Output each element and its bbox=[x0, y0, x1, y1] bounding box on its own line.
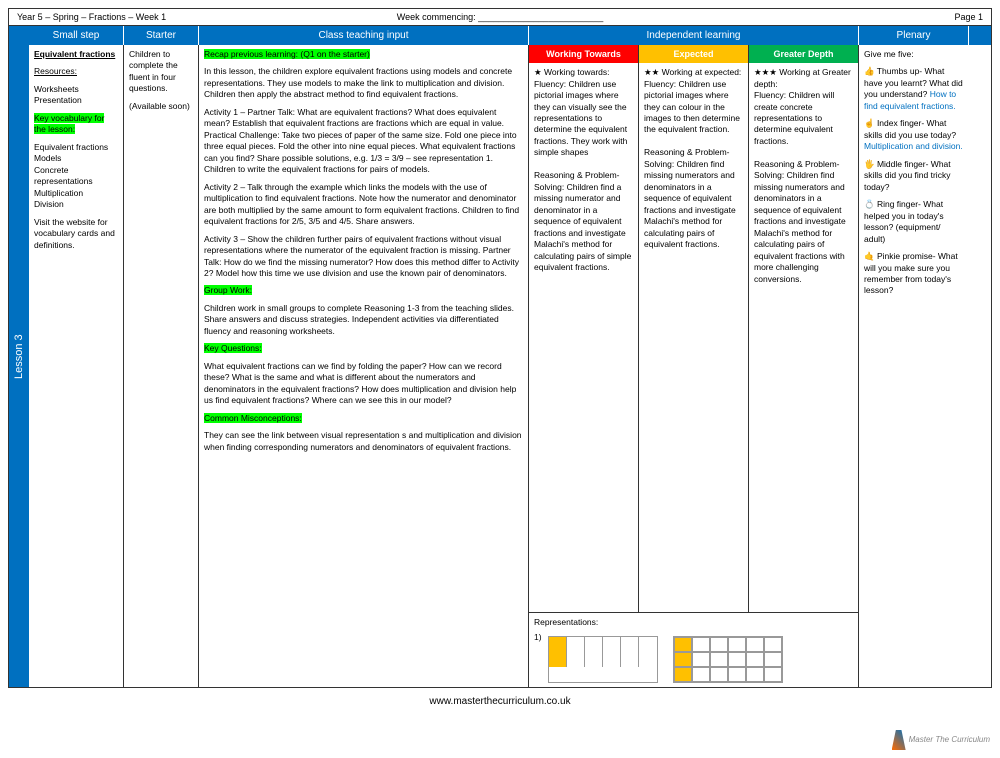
footer-url: www.masterthecurriculum.co.uk bbox=[0, 696, 1000, 707]
rep-number: 1) bbox=[534, 632, 542, 643]
plenary-cell: Give me five: 👍 Thumbs up- What have you… bbox=[859, 45, 969, 687]
gd-header: Greater Depth bbox=[749, 45, 858, 63]
teaching-input-cell: Recap previous learning: (Q1 on the star… bbox=[199, 45, 529, 687]
vocab-list: Equivalent fractions Models Concrete rep… bbox=[34, 142, 118, 211]
starter-note: (Available soon) bbox=[129, 101, 193, 112]
misconceptions-label: Common Misconceptions: bbox=[204, 413, 302, 423]
group-work-label: Group Work: bbox=[204, 285, 252, 295]
logo-text: Master The Curriculum bbox=[909, 735, 990, 744]
bar-thirds bbox=[548, 636, 658, 683]
top-bar: Year 5 – Spring – Fractions – Week 1 Wee… bbox=[9, 9, 991, 26]
key-questions-label: Key Questions: bbox=[204, 343, 262, 353]
page-number: Page 1 bbox=[661, 12, 983, 22]
key-questions-text: What equivalent fractions can we find by… bbox=[204, 361, 523, 407]
working-towards-col: Working Towards ★ Working towards: Fluen… bbox=[529, 45, 639, 612]
starter-cell: Children to complete the fluent in four … bbox=[124, 45, 199, 687]
representations-box: Representations: 1) bbox=[529, 612, 858, 687]
wt-text: ★ Working towards: Fluency: Children use… bbox=[534, 67, 633, 273]
resources-list: Worksheets Presentation bbox=[34, 84, 118, 107]
lesson-plan-page: Year 5 – Spring – Fractions – Week 1 Wee… bbox=[8, 8, 992, 688]
plenary-intro: Give me five: bbox=[864, 49, 964, 60]
expected-col: Expected ★★ Working at expected: Fluency… bbox=[639, 45, 749, 612]
independent-cell: Working Towards ★ Working towards: Fluen… bbox=[529, 45, 859, 687]
vocab-label: Key vocabulary for the lesson: bbox=[34, 113, 104, 134]
step-title: Equivalent fractions bbox=[34, 49, 118, 60]
column-headers: Small step Starter Class teaching input … bbox=[29, 26, 991, 45]
greater-depth-col: Greater Depth ★★★ Working at Greater dep… bbox=[749, 45, 858, 612]
header-independent: Independent learning bbox=[529, 26, 859, 45]
fraction-bars bbox=[548, 636, 783, 683]
exp-header: Expected bbox=[639, 45, 748, 63]
plenary-index-ans: Multiplication and division. bbox=[864, 141, 963, 151]
course-info: Year 5 – Spring – Fractions – Week 1 bbox=[17, 12, 339, 22]
plenary-ring: 💍 Ring finger- What helped you in today'… bbox=[864, 199, 964, 245]
vocab-note: Visit the website for vocabulary cards a… bbox=[34, 217, 118, 251]
header-input: Class teaching input bbox=[199, 26, 529, 45]
activity-1: Activity 1 – Partner Talk: What are equi… bbox=[204, 107, 523, 176]
wt-header: Working Towards bbox=[529, 45, 638, 63]
brand-logo: Master The Curriculum bbox=[892, 730, 990, 750]
content-row: Equivalent fractions Resources: Workshee… bbox=[29, 45, 991, 687]
representations-label: Representations: bbox=[534, 617, 853, 628]
resources-label: Resources: bbox=[34, 66, 118, 77]
header-plenary: Plenary bbox=[859, 26, 969, 45]
main-content: Lesson 3 Small step Starter Class teachi… bbox=[9, 26, 991, 687]
lesson-intro: In this lesson, the children explore equ… bbox=[204, 66, 523, 100]
lesson-tab: Lesson 3 bbox=[9, 26, 29, 687]
activity-2: Activity 2 – Talk through the example wh… bbox=[204, 182, 523, 228]
plenary-pinkie: 🤙 Pinkie promise- What will you make sur… bbox=[864, 251, 964, 297]
header-starter: Starter bbox=[124, 26, 199, 45]
exp-text: ★★ Working at expected: Fluency: Childre… bbox=[644, 67, 743, 251]
starter-text: Children to complete the fluent in four … bbox=[129, 49, 193, 95]
week-commencing: Week commencing: _______________________… bbox=[339, 12, 661, 22]
header-step: Small step bbox=[29, 26, 124, 45]
differentiation-row: Working Towards ★ Working towards: Fluen… bbox=[529, 45, 858, 612]
plan-grid: Small step Starter Class teaching input … bbox=[29, 26, 991, 687]
bar-ninths bbox=[673, 636, 783, 683]
plenary-index: ☝ Index finger- What skills did you use … bbox=[864, 118, 956, 139]
plenary-middle: 🖐 Middle finger- What skills did you fin… bbox=[864, 159, 964, 193]
gd-text: ★★★ Working at Greater depth: Fluency: C… bbox=[754, 67, 853, 285]
misconceptions-text: They can see the link between visual rep… bbox=[204, 430, 523, 453]
small-step-cell: Equivalent fractions Resources: Workshee… bbox=[29, 45, 124, 687]
group-work-text: Children work in small groups to complet… bbox=[204, 303, 523, 337]
activity-3: Activity 3 – Show the children further p… bbox=[204, 234, 523, 280]
recap-label: Recap previous learning: (Q1 on the star… bbox=[204, 49, 370, 59]
